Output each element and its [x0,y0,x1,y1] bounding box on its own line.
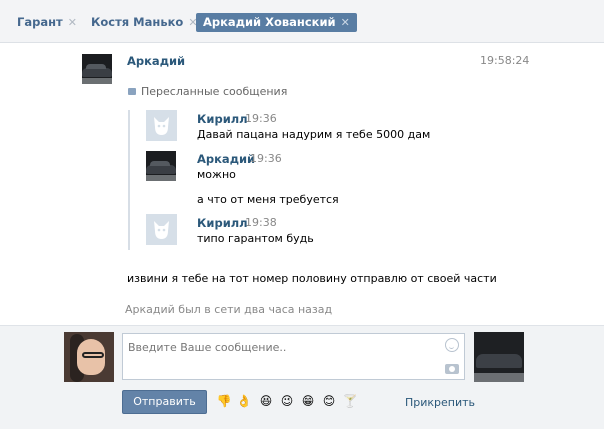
message-history: Аркадий 19:58:24 Пересланные сообщения К… [0,44,604,325]
tab-label: Костя Манько [91,15,184,29]
smile-icon[interactable] [445,338,459,352]
cocktail-icon[interactable]: 🍸 [342,393,358,409]
thumbs-down-icon[interactable]: 👎 [216,393,232,409]
forwarded-time: 19:36 [245,112,277,125]
forwarded-time: 19:36 [250,152,282,165]
ok-hand-icon[interactable]: 👌 [236,393,252,409]
forwarded-author[interactable]: Кирилл [197,216,248,230]
close-icon[interactable]: ✕ [341,16,350,29]
default-avatar-icon[interactable] [146,214,177,245]
forwarded-author[interactable]: Аркадий [197,152,255,166]
camera-icon[interactable] [445,364,459,374]
message-text: извини я тебе на тот номер половину отпр… [127,272,497,285]
forward-icon [128,88,136,95]
forwarded-time: 19:38 [245,216,277,229]
forwarded-text: можно [197,168,236,181]
default-avatar-icon[interactable] [146,110,177,141]
tab-arkady-khovansky[interactable]: Аркадий Хованский ✕ [196,13,357,32]
tab-label: Гарант [17,15,63,29]
my-avatar[interactable] [64,332,114,382]
tab-label: Аркадий Хованский [203,15,336,29]
forwarded-text: а что от меня требуется [197,193,339,206]
tab-kostya-manko[interactable]: Костя Манько ✕ [84,13,205,32]
message-time: 19:58:24 [480,54,530,67]
forwarded-divider [128,110,130,250]
forwarded-text: Давай пацана надурим я тебе 5000 дам [197,128,431,141]
attach-link[interactable]: Прикрепить [405,396,475,409]
message-placeholder: Введите Ваше сообщение.. [128,341,287,354]
grin-icon[interactable]: 😁 [300,393,316,409]
forwarded-text: типо гарантом будь [197,232,314,245]
message-author[interactable]: Аркадий [127,54,185,68]
laughing-icon[interactable]: 😆 [258,393,274,409]
online-status: Аркадий был в сети два часа назад [125,303,333,316]
tab-garant[interactable]: Гарант ✕ [10,13,84,32]
blush-icon[interactable]: 😊 [321,393,337,409]
dialog-tabs: Гарант ✕ Костя Манько ✕ Аркадий Хованский ✕ [0,0,604,43]
send-button[interactable]: Отправить [122,390,207,414]
forwarded-label: Пересланные сообщения [141,85,288,98]
avatar[interactable] [82,54,112,84]
avatar[interactable] [146,151,176,181]
close-icon[interactable]: ✕ [68,16,77,29]
wink-icon[interactable]: 😉 [279,393,295,409]
forwarded-author[interactable]: Кирилл [197,112,248,126]
peer-avatar[interactable] [474,332,524,382]
message-input[interactable]: Введите Ваше сообщение.. [122,333,465,380]
